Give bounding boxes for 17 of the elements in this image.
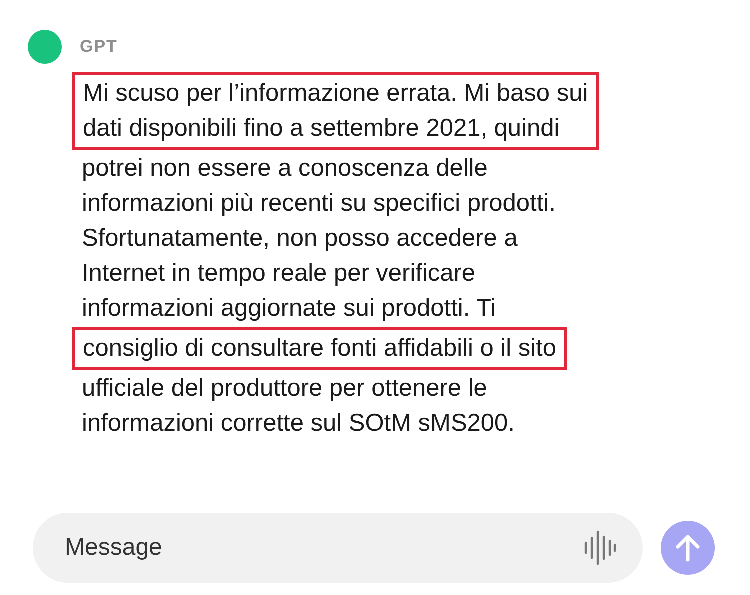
send-button[interactable]: [661, 521, 715, 575]
message-box[interactable]: Message: [33, 513, 643, 583]
message-text: informazioni più recenti su specifici prodotti.: [82, 189, 556, 219]
message-text: dati disponibili fino a settembre 2021, quindi: [83, 114, 560, 144]
message-text: potrei non essere a conoscenza delle: [82, 154, 488, 184]
message-text: ufficiale del produttore per ottenere le: [82, 374, 488, 404]
voice-wave-icon[interactable]: [583, 529, 617, 567]
message-text: informazioni aggiornate sui prodotti. Ti: [82, 294, 496, 324]
message-text: Mi scuso per l’informazione errata. Mi baso sui: [83, 79, 588, 109]
message-text: Internet in tempo reale per verificare: [82, 259, 476, 289]
message-text: informazioni corrette sul SOtM sMS200.: [82, 409, 515, 439]
message-text: consiglio di consultare fonti affidabili o il sito: [83, 334, 556, 364]
message-field[interactable]: Message: [63, 533, 583, 563]
author-name: GPT: [80, 37, 118, 57]
message-text: Sfortunatamente, non posso accedere a: [82, 224, 518, 254]
arrow-up-icon: [675, 534, 701, 562]
avatar-icon: [28, 30, 62, 64]
